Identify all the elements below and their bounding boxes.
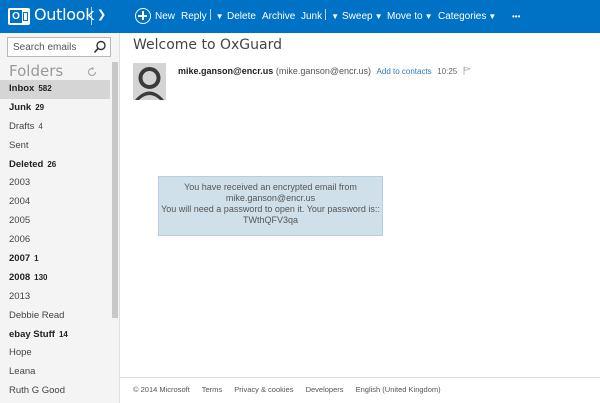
search-input[interactable]	[8, 38, 90, 56]
message-body-line: mike.ganson@encr.us	[225, 193, 316, 203]
chevron-down-icon[interactable]: ❯	[97, 8, 106, 21]
chevron-down-icon: ▼	[488, 12, 497, 21]
unread-count: 1	[34, 254, 39, 264]
sender-name[interactable]: mike.ganson@encr.us	[178, 66, 273, 76]
categories-button[interactable]: Categories ▼	[438, 0, 496, 33]
folder-name: 2008	[9, 271, 31, 283]
terms-link[interactable]: Terms	[202, 385, 222, 394]
reply-button[interactable]: Reply ▼	[181, 0, 224, 33]
search-box	[7, 37, 111, 57]
chevron-down-icon[interactable]: ▼	[216, 12, 224, 21]
folder-item[interactable]: Leana	[0, 363, 110, 382]
folder-name: 2006	[9, 234, 31, 246]
avatar	[133, 63, 166, 100]
folder-name: ebay Stuff	[9, 328, 55, 340]
reply-label: Reply	[181, 11, 207, 22]
encrypted-message-notice: You have received an encrypted email fro…	[158, 176, 383, 236]
junk-button[interactable]: Junk ▼	[301, 0, 339, 33]
person-icon	[133, 63, 166, 100]
message-body-line: You have received an encrypted email fro…	[184, 182, 357, 192]
chevron-down-icon: ▼	[424, 12, 433, 21]
unread-count: 582	[38, 84, 52, 93]
unread-count: 14	[58, 329, 68, 339]
folder-item[interactable]: 2008 130	[0, 269, 110, 288]
folder-name: Ruth G Good	[9, 385, 65, 397]
move-to-label: Move to	[387, 11, 423, 22]
top-command-bar: O Outlook ❯ New Reply ▼ Delete Archive Ju…	[0, 0, 600, 33]
folder-name: Hope	[9, 347, 32, 359]
folder-item[interactable]: Sent	[0, 137, 110, 156]
folder-name: 2007	[9, 253, 31, 265]
folder-name: Debbie Read	[9, 309, 65, 321]
folder-name: Leana	[9, 366, 36, 378]
move-to-button[interactable]: Move to ▼	[387, 0, 433, 33]
sweep-button[interactable]: Sweep ▼	[342, 0, 383, 33]
folder-item[interactable]: 2006	[0, 231, 110, 250]
folder-item[interactable]: Junk 29	[0, 99, 110, 118]
outlook-logo-icon: O	[8, 8, 30, 25]
folder-item[interactable]: 2005	[0, 212, 110, 231]
delete-button[interactable]: Delete	[227, 0, 256, 33]
junk-label: Junk	[301, 11, 323, 22]
chevron-down-icon[interactable]: ▼	[331, 12, 339, 21]
folder-item[interactable]: Ruth G Good	[0, 382, 110, 401]
folder-item[interactable]: Drafts 4	[0, 118, 110, 137]
chevron-down-icon: ▼	[374, 12, 383, 21]
new-button[interactable]: New	[155, 0, 175, 33]
refresh-icon[interactable]	[86, 66, 98, 78]
message-time: 10:25	[437, 67, 458, 76]
search-icon[interactable]	[93, 40, 107, 54]
reply-divider	[209, 9, 211, 20]
folder-item[interactable]: Hope	[0, 344, 110, 363]
folder-name: 2013	[9, 290, 31, 302]
folder-item[interactable]: Inbox 582	[0, 80, 110, 99]
folder-name: Drafts	[9, 120, 35, 132]
scrollbar-thumb[interactable]	[112, 62, 118, 318]
folder-name: Sent	[9, 139, 29, 151]
message-subject: Welcome to OxGuard	[133, 37, 282, 53]
folder-name: Junk	[9, 101, 32, 113]
folder-item[interactable]: 2004	[0, 193, 110, 212]
folder-pane: Folders Inbox582Junk29Drafts4SentDeleted…	[0, 33, 120, 403]
app-launcher[interactable]: O Outlook ❯	[0, 0, 116, 33]
sweep-label: Sweep	[342, 11, 373, 22]
folder-name: Inbox	[9, 83, 35, 94]
brand-divider	[91, 7, 92, 25]
junk-divider	[325, 9, 327, 20]
folder-list: Inbox 582 Junk 29 Drafts 4 Sent Deleted 26 2003 20…	[0, 80, 110, 401]
message-body-line: TWthQFV3qa	[242, 215, 298, 225]
unread-count: 29	[35, 102, 45, 112]
unread-count: 26	[47, 159, 57, 169]
folder-name: 2005	[9, 215, 31, 227]
app-brand-name: Outlook	[34, 5, 95, 24]
folder-item[interactable]: Debbie Read	[0, 307, 110, 326]
language-link[interactable]: English (United Kingdom)	[356, 385, 441, 394]
categories-label: Categories	[438, 11, 487, 22]
new-plus-icon[interactable]	[135, 8, 151, 24]
folder-name: 2004	[9, 196, 31, 208]
flag-icon[interactable]	[463, 66, 471, 75]
folder-name: 2003	[9, 177, 31, 189]
folder-scrollbar[interactable]	[111, 62, 119, 403]
folder-item[interactable]: Deleted 26	[0, 156, 110, 175]
developers-link[interactable]: Developers	[306, 385, 344, 394]
folder-item[interactable]: 2013	[0, 288, 110, 307]
unread-count: 130	[34, 272, 48, 282]
message-body-line: You will need a password to open it. You…	[161, 204, 380, 214]
sender-line: mike.ganson@encr.us (mike.ganson@encr.us…	[178, 66, 471, 76]
folders-heading: Folders	[9, 62, 64, 80]
copyright-text: © 2014 Microsoft	[133, 385, 190, 394]
folder-name: Deleted	[9, 158, 44, 170]
more-options-button[interactable]: •••	[512, 0, 520, 33]
footer: © 2014 Microsoft Terms Privacy & cookies…	[120, 377, 600, 403]
archive-button[interactable]: Archive	[262, 0, 295, 33]
sender-address: (mike.ganson@encr.us)	[275, 66, 372, 76]
folder-item[interactable]: 2007 1	[0, 250, 110, 269]
add-to-contacts-link[interactable]: Add to contacts	[377, 67, 432, 76]
folder-item[interactable]: 2003	[0, 174, 110, 193]
privacy-link[interactable]: Privacy & cookies	[234, 385, 293, 394]
unread-count: 4	[38, 121, 43, 131]
folder-item[interactable]: ebay Stuff 14	[0, 326, 110, 345]
